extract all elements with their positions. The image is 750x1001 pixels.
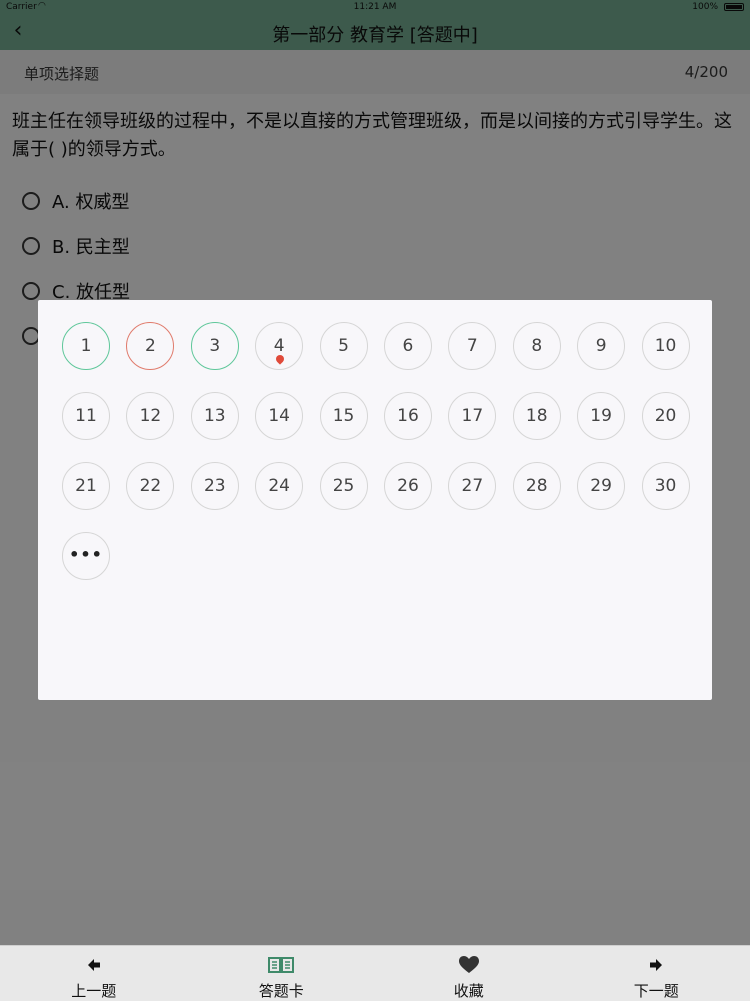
answer-card-item-number: 27: [462, 476, 484, 496]
heart-icon: [459, 954, 479, 976]
answer-card-grid: 1234567891011121314151617181920212223242…: [62, 322, 702, 602]
answer-card-item[interactable]: 26: [384, 462, 432, 510]
answer-card-item-number: 4: [274, 336, 285, 356]
answer-card-item-number: 28: [526, 476, 548, 496]
answer-card-item[interactable]: 5: [320, 322, 368, 370]
answer-card-item-number: 15: [333, 406, 355, 426]
answer-card-item[interactable]: 11: [62, 392, 110, 440]
modal-backdrop[interactable]: 1234567891011121314151617181920212223242…: [0, 0, 750, 1000]
answer-card-item[interactable]: 14: [255, 392, 303, 440]
next-question-button[interactable]: 下一题: [563, 946, 750, 1001]
answer-card-item-number: 12: [140, 406, 162, 426]
answer-card-item-number: 24: [268, 476, 290, 496]
answer-card-item-number: 18: [526, 406, 548, 426]
answer-card-item[interactable]: 18: [513, 392, 561, 440]
answer-card-item[interactable]: 13: [191, 392, 239, 440]
answer-card-item[interactable]: 30: [642, 462, 690, 510]
answer-card-item[interactable]: 17: [448, 392, 496, 440]
answer-card-item[interactable]: 1: [62, 322, 110, 370]
answer-card-item[interactable]: 9: [577, 322, 625, 370]
answer-card-item[interactable]: 16: [384, 392, 432, 440]
answer-card-item-number: 23: [204, 476, 226, 496]
answer-card-item-number: 2: [145, 336, 156, 356]
arrow-right-icon: [649, 954, 663, 976]
answer-card-item[interactable]: 24: [255, 462, 303, 510]
answer-card-item-number: 11: [75, 406, 97, 426]
more-items-button[interactable]: •••: [62, 532, 110, 580]
answer-card-item[interactable]: 7: [448, 322, 496, 370]
answer-card-item[interactable]: 22: [126, 462, 174, 510]
answer-card-item-number: 5: [338, 336, 349, 356]
answer-card-item-number: 25: [333, 476, 355, 496]
answer-card-item-number: 7: [467, 336, 478, 356]
answer-card-item-number: 10: [655, 336, 677, 356]
answer-card-item[interactable]: 27: [448, 462, 496, 510]
answer-card-item-number: 9: [596, 336, 607, 356]
answer-card-item-number: 30: [655, 476, 677, 496]
answer-card-item-number: 8: [531, 336, 542, 356]
answer-card-item-number: 22: [140, 476, 162, 496]
open-book-icon: [268, 954, 294, 976]
answer-card-item-number: 19: [590, 406, 612, 426]
next-question-label: 下一题: [634, 980, 679, 1001]
answer-card-button[interactable]: 答题卡: [188, 946, 376, 1001]
answer-card-item[interactable]: 28: [513, 462, 561, 510]
answer-card-item-number: 3: [209, 336, 220, 356]
answer-card-item-number: 21: [75, 476, 97, 496]
answer-card-item[interactable]: 29: [577, 462, 625, 510]
answer-card-item[interactable]: 20: [642, 392, 690, 440]
more-dots-icon: •••: [69, 545, 103, 564]
favorite-button[interactable]: 收藏: [375, 946, 563, 1001]
answer-card-item[interactable]: 19: [577, 392, 625, 440]
favorite-label: 收藏: [454, 980, 484, 1001]
answer-card-popup: 1234567891011121314151617181920212223242…: [38, 300, 712, 700]
answer-card-item-number: 26: [397, 476, 419, 496]
answer-card-item-number: 29: [590, 476, 612, 496]
answer-card-item-number: 13: [204, 406, 226, 426]
answer-card-item[interactable]: 8: [513, 322, 561, 370]
answer-card-item[interactable]: 2: [126, 322, 174, 370]
answer-card-item[interactable]: 6: [384, 322, 432, 370]
bottom-toolbar: 上一题 答题卡 收藏 下一题: [0, 945, 750, 1001]
answer-card-item[interactable]: 12: [126, 392, 174, 440]
answer-card-item-number: 1: [81, 336, 92, 356]
answer-card-item[interactable]: 21: [62, 462, 110, 510]
answer-card-item[interactable]: 23: [191, 462, 239, 510]
answer-card-item-number: 14: [268, 406, 290, 426]
answer-card-item-number: 17: [462, 406, 484, 426]
answer-card-item[interactable]: 25: [320, 462, 368, 510]
arrow-left-icon: [87, 954, 101, 976]
prev-question-label: 上一题: [71, 980, 116, 1001]
answer-card-item[interactable]: 10: [642, 322, 690, 370]
answer-card-item-number: 6: [403, 336, 414, 356]
answer-card-item[interactable]: 4: [255, 322, 303, 370]
answer-card-item-number: 20: [655, 406, 677, 426]
answer-card-label: 答题卡: [259, 980, 304, 1001]
answer-card-item[interactable]: 15: [320, 392, 368, 440]
answer-card-item[interactable]: 3: [191, 322, 239, 370]
prev-question-button[interactable]: 上一题: [0, 946, 188, 1001]
answer-card-item-number: 16: [397, 406, 419, 426]
